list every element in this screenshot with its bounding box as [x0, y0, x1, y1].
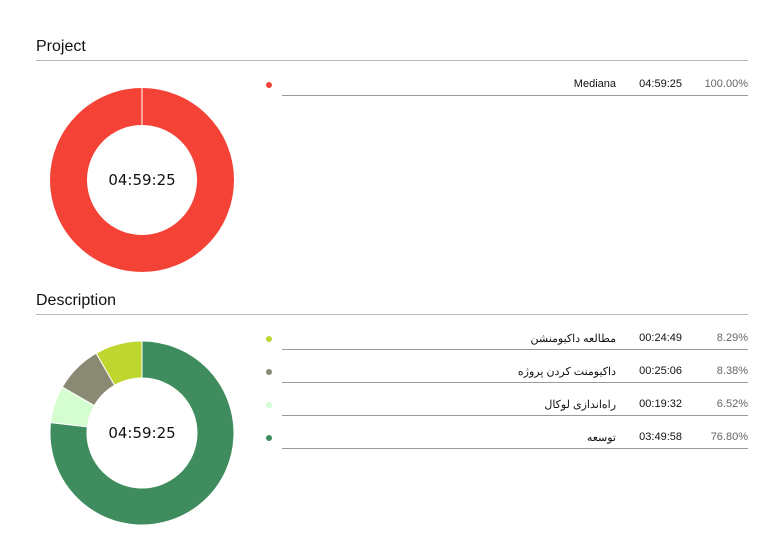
legend-color-dot: [266, 402, 272, 408]
legend-row[interactable]: راه‌اندازی لوکال 00:19:32 6.52%: [262, 396, 748, 418]
legend-item-name: راه‌اندازی لوکال: [544, 399, 616, 411]
legend-item-percent: 8.29%: [716, 332, 748, 344]
legend-row-divider: [282, 448, 748, 449]
legend-item-duration: 03:49:58: [639, 431, 682, 443]
legend-color-dot: [266, 369, 272, 375]
legend-item-percent: 100.00%: [704, 78, 748, 90]
donut-svg: 04:59:25: [50, 88, 234, 272]
legend-item-name: توسعه: [586, 432, 616, 444]
legend-row-divider: [282, 95, 748, 96]
legend-item-duration: 00:25:06: [639, 365, 682, 377]
section-title-project: Project: [36, 38, 86, 55]
project-donut-chart: 04:59:25: [50, 88, 234, 272]
donut-center-label: 04:59:25: [108, 424, 175, 442]
legend-item-name: Mediana: [573, 78, 616, 90]
section-divider: [36, 314, 748, 315]
legend-row-divider: [282, 415, 748, 416]
legend-color-dot: [266, 435, 272, 441]
legend-item-percent: 8.38%: [716, 365, 748, 377]
section-title-description: Description: [36, 292, 117, 309]
donut-svg: 04:59:25: [50, 341, 234, 525]
description-donut-chart: 04:59:25: [50, 341, 234, 525]
legend-row[interactable]: Mediana 04:59:25 100.00%: [262, 76, 748, 98]
legend-item-percent: 76.80%: [710, 431, 748, 443]
legend-row-divider: [282, 349, 748, 350]
legend-row[interactable]: توسعه 03:49:58 76.80%: [262, 429, 748, 451]
legend-item-percent: 6.52%: [716, 398, 748, 410]
section-divider: [36, 60, 748, 61]
legend-row[interactable]: داکیومنت کردن پروژه 00:25:06 8.38%: [262, 363, 748, 385]
legend-color-dot: [266, 336, 272, 342]
legend-item-duration: 00:24:49: [639, 332, 682, 344]
legend-row-divider: [282, 382, 748, 383]
legend-item-name: داکیومنت کردن پروژه: [517, 366, 616, 378]
legend-row[interactable]: مطالعه داکیومنشن 00:24:49 8.29%: [262, 330, 748, 352]
legend-item-duration: 04:59:25: [639, 78, 682, 90]
legend-item-name: مطالعه داکیومنشن: [530, 333, 616, 345]
donut-center-label: 04:59:25: [108, 171, 175, 189]
legend-color-dot: [266, 82, 272, 88]
legend-item-duration: 00:19:32: [639, 398, 682, 410]
